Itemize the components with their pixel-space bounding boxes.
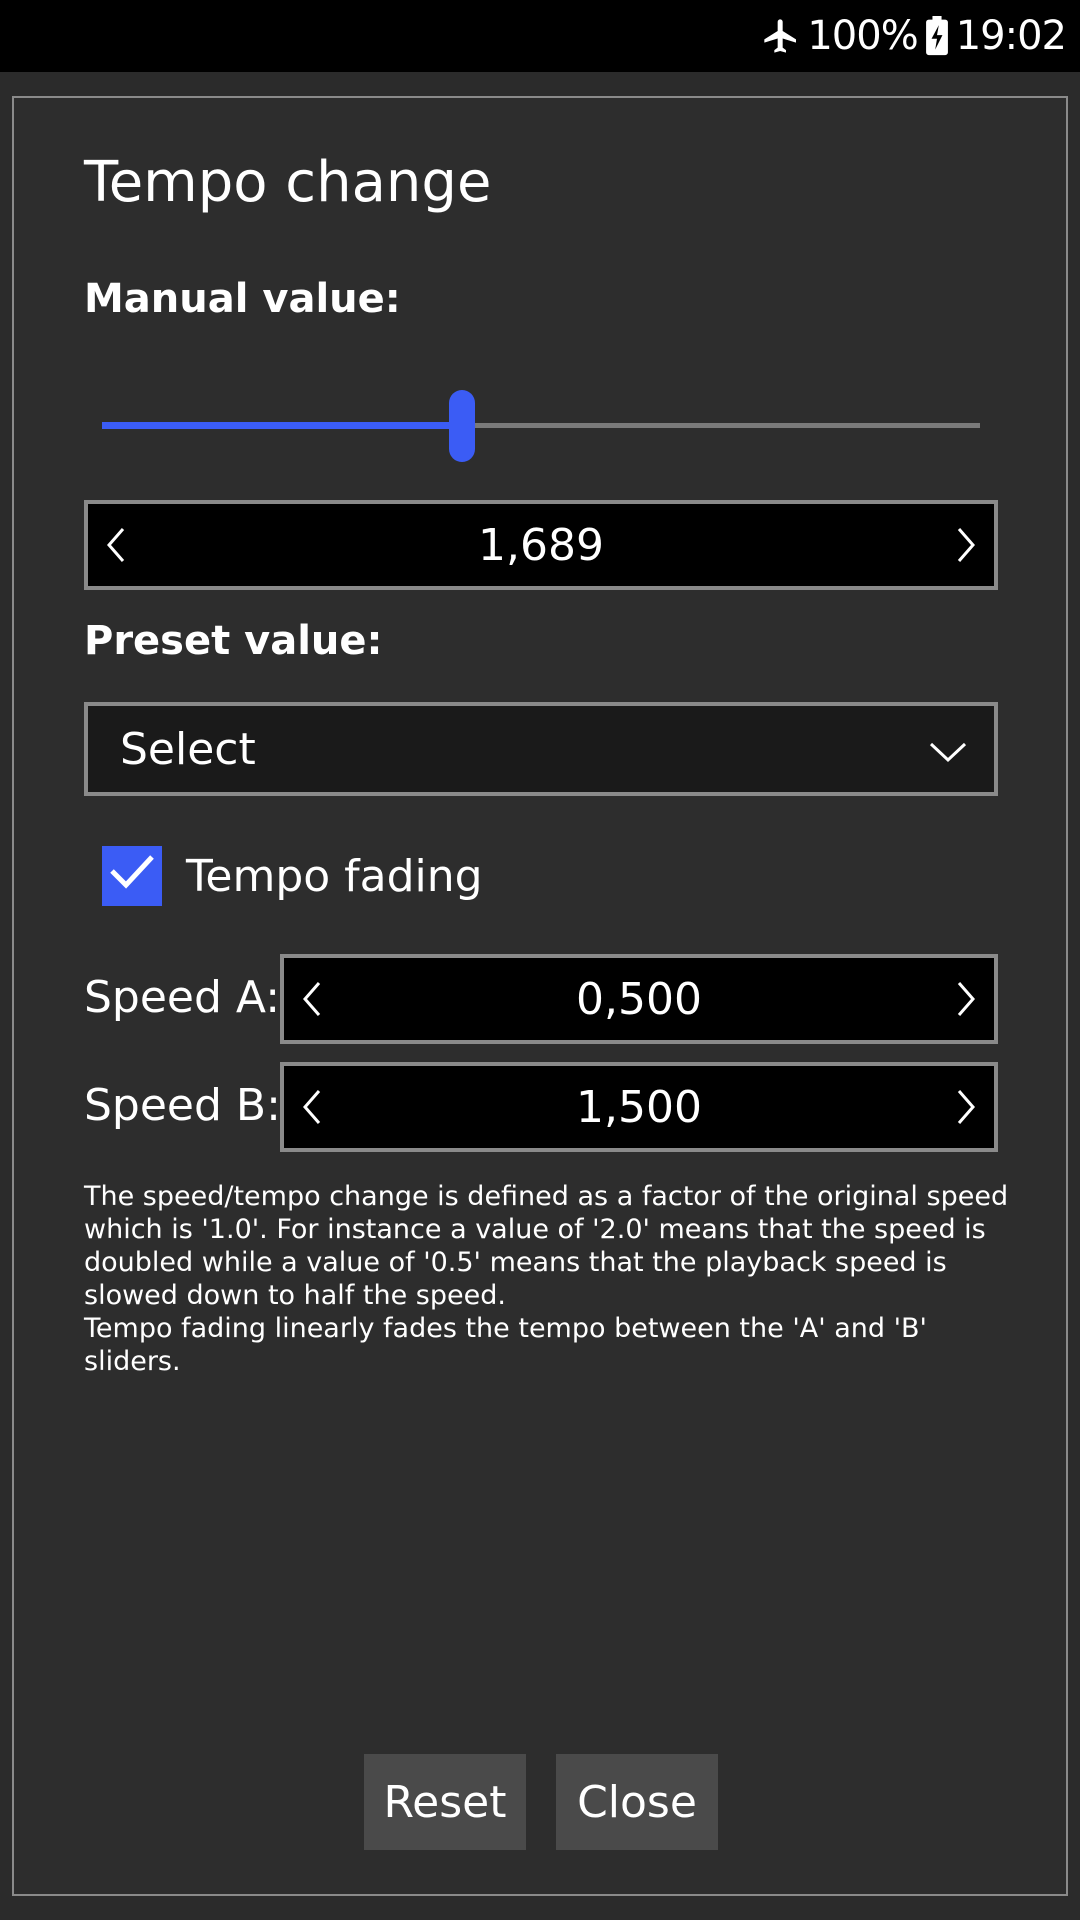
increase-arrow-icon[interactable]	[938, 958, 994, 1040]
help-text: The speed/tempo change is defined as a f…	[84, 1180, 1014, 1378]
increase-arrow-icon[interactable]	[938, 1066, 994, 1148]
status-bar: 100% 19:02	[0, 0, 1080, 72]
airplane-mode-icon	[761, 16, 801, 56]
speed-a-value: 0,500	[576, 973, 702, 1025]
close-button[interactable]: Close	[556, 1754, 718, 1850]
decrease-arrow-icon[interactable]	[284, 1066, 340, 1148]
help-text-paragraph: The speed/tempo change is defined as a f…	[84, 1181, 1009, 1311]
checkmark-icon	[108, 851, 156, 902]
manual-value-label: Manual value:	[84, 276, 401, 322]
clock: 19:02	[955, 13, 1067, 59]
speed-a-label: Speed A:	[84, 972, 281, 1023]
dialog-title: Tempo change	[84, 150, 492, 215]
slider-thumb[interactable]	[448, 390, 475, 462]
tempo-change-dialog: Tempo change Manual value: 1,689 Preset …	[12, 96, 1068, 1896]
preset-selected-text: Select	[120, 723, 256, 775]
decrease-arrow-icon[interactable]	[88, 504, 144, 586]
preset-value-select[interactable]: Select	[84, 702, 998, 796]
manual-value-stepper[interactable]: 1,689	[84, 500, 998, 590]
chevron-down-icon	[928, 724, 968, 775]
speed-b-value: 1,500	[576, 1081, 702, 1133]
tempo-fading-label: Tempo fading	[186, 850, 483, 902]
tempo-fading-row[interactable]: Tempo fading	[102, 846, 483, 906]
speed-a-stepper[interactable]: 0,500	[280, 954, 998, 1044]
slider-fill	[102, 422, 462, 429]
manual-value-text: 1,689	[478, 519, 604, 571]
battery-percent: 100%	[807, 13, 918, 59]
reset-button[interactable]: Reset	[364, 1754, 526, 1850]
tempo-fading-checkbox[interactable]	[102, 846, 162, 906]
decrease-arrow-icon[interactable]	[284, 958, 340, 1040]
manual-value-slider[interactable]	[102, 390, 980, 462]
help-text-paragraph: Tempo fading linearly fades the tempo be…	[84, 1313, 927, 1377]
speed-b-stepper[interactable]: 1,500	[280, 1062, 998, 1152]
increase-arrow-icon[interactable]	[938, 504, 994, 586]
preset-value-label: Preset value:	[84, 618, 383, 664]
battery-charging-icon	[924, 16, 950, 56]
speed-b-label: Speed B:	[84, 1080, 281, 1131]
